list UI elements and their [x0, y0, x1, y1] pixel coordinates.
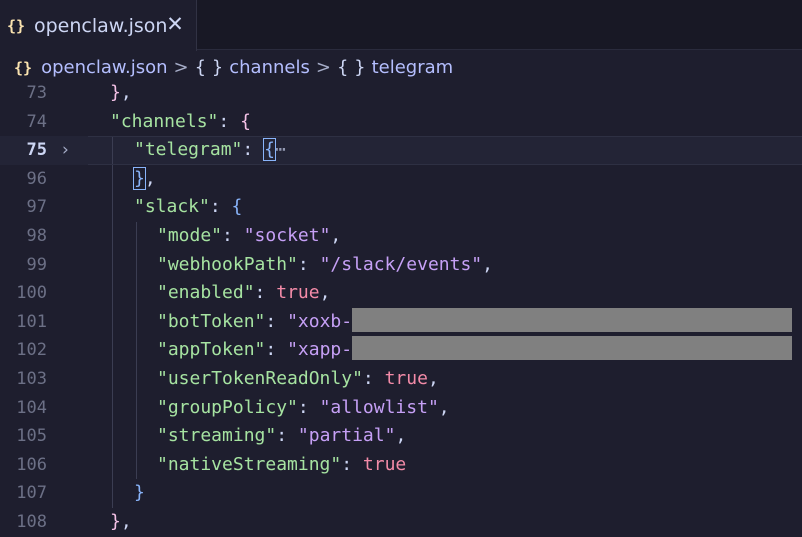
indent-guide: [136, 250, 137, 280]
fold-chevron-icon[interactable]: ›: [62, 136, 78, 165]
code-editor[interactable]: 73 }, 74 "channels": { 75 › "telegram": …: [0, 79, 802, 537]
line-number: 104: [16, 397, 47, 418]
line-code: "mode": "socket",: [157, 225, 342, 246]
breadcrumb-file[interactable]: openclaw.json: [41, 57, 167, 78]
indent-guide: [136, 365, 137, 394]
indent-guide: [112, 450, 113, 480]
line-number: 74: [26, 111, 47, 132]
indent-guide: [112, 193, 113, 222]
line-code: "channels": {: [110, 110, 251, 132]
object-icon: { }: [194, 57, 224, 78]
line-number: 108: [16, 512, 47, 532]
line-number: 106: [16, 454, 47, 475]
code-line[interactable]: 73 },: [0, 79, 802, 108]
code-line[interactable]: 98 "mode": "socket",: [0, 222, 802, 251]
line-code: "streaming": "partial",: [157, 425, 407, 447]
indent-guide: [112, 250, 113, 280]
line-number: 107: [16, 483, 47, 504]
code-line[interactable]: 106 "nativeStreaming": true: [0, 450, 802, 480]
code-line[interactable]: 96 },: [0, 164, 802, 194]
breadcrumb-channels[interactable]: channels: [229, 57, 310, 78]
indent-guide: [112, 164, 113, 194]
line-number: 75: [26, 140, 47, 161]
close-icon[interactable]: ✕: [164, 13, 186, 35]
line-number: 73: [26, 83, 47, 103]
tab-label: openclaw.json: [34, 14, 168, 37]
indent-guide: [136, 279, 137, 308]
code-line[interactable]: 97 "slack": {: [0, 193, 802, 222]
object-icon: { }: [336, 57, 366, 78]
indent-guide: [112, 422, 113, 451]
line-code: },: [110, 82, 132, 103]
folded-ellipsis[interactable]: ⋯: [275, 139, 286, 160]
indent-guide: [112, 336, 113, 365]
code-line[interactable]: 104 "groupPolicy": "allowlist",: [0, 393, 802, 423]
line-code: },: [133, 166, 156, 190]
json-file-icon: {}: [14, 58, 33, 77]
redaction-block: [352, 336, 793, 361]
line-number: 96: [26, 168, 47, 189]
line-code: "slack": {: [134, 196, 243, 218]
line-code: "webhookPath": "/slack/events",: [157, 253, 493, 275]
code-line[interactable]: 101 "botToken": "xoxb-: [0, 307, 802, 337]
indent-guide: [136, 422, 137, 451]
line-code: "groupPolicy": "allowlist",: [157, 396, 450, 418]
indent-guide: [136, 450, 137, 480]
chevron-right-icon: >: [173, 57, 189, 78]
code-line-current[interactable]: 75 › "telegram": {⋯: [0, 136, 802, 165]
line-number: 102: [16, 340, 47, 361]
indent-guide: [136, 336, 137, 365]
line-number: 99: [26, 254, 47, 275]
redaction-block: [352, 307, 793, 332]
chevron-right-icon: >: [315, 57, 331, 78]
code-line[interactable]: 100 "enabled": true,: [0, 279, 802, 308]
indent-guide: [112, 307, 113, 337]
line-code: "enabled": true,: [157, 282, 331, 304]
code-line[interactable]: 105 "streaming": "partial",: [0, 422, 802, 451]
line-number: 100: [16, 283, 47, 304]
indent-guide: [112, 136, 113, 165]
line-number: 105: [16, 426, 47, 447]
line-code: },: [110, 511, 132, 532]
indent-guide: [112, 222, 113, 251]
line-number: 103: [16, 369, 47, 389]
indent-guide: [136, 222, 137, 251]
code-line[interactable]: 108 },: [0, 508, 802, 537]
indent-guide: [136, 393, 137, 423]
code-line[interactable]: 102 "appToken": "xapp-: [0, 336, 802, 365]
indent-guide: [112, 365, 113, 394]
breadcrumb-telegram[interactable]: telegram: [372, 57, 454, 78]
line-code: "botToken": "xoxb-: [157, 307, 793, 337]
indent-guide: [112, 393, 113, 423]
line-number: 101: [16, 311, 47, 332]
code-line[interactable]: 74 "channels": {: [0, 108, 802, 137]
line-code: "appToken": "xapp-: [157, 336, 793, 365]
json-file-icon: {}: [7, 16, 26, 35]
indent-guide: [136, 307, 137, 337]
line-code: "telegram": {⋯: [134, 138, 286, 162]
line-code: }: [134, 482, 145, 504]
line-code: "userTokenReadOnly": true,: [157, 368, 439, 389]
line-number: 98: [26, 226, 47, 246]
line-number: 97: [26, 197, 47, 218]
tab-bar: {} openclaw.json ✕: [0, 0, 802, 51]
code-line[interactable]: 107 }: [0, 479, 802, 508]
line-code: "nativeStreaming": true: [157, 453, 407, 475]
code-line[interactable]: 99 "webhookPath": "/slack/events",: [0, 250, 802, 280]
tab-openclaw-json[interactable]: {} openclaw.json ✕: [0, 0, 197, 51]
code-line[interactable]: 103 "userTokenReadOnly": true,: [0, 365, 802, 394]
indent-guide: [112, 479, 113, 508]
indent-guide: [112, 279, 113, 308]
